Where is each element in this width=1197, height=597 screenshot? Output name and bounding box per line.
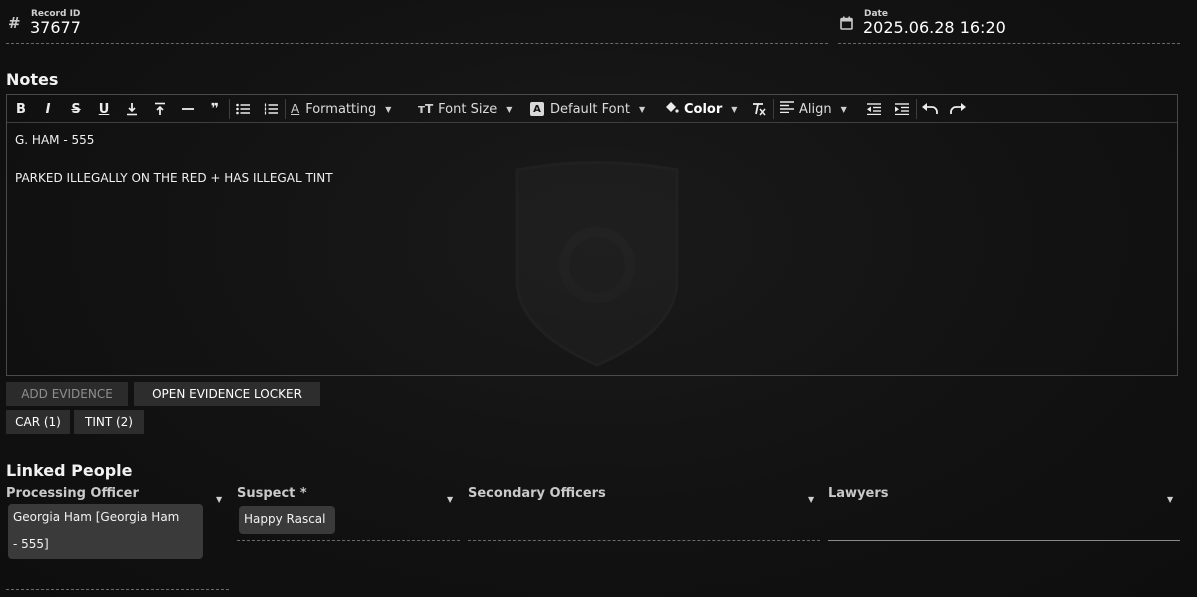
indent-button[interactable] (894, 100, 910, 118)
chip-line: Georgia Ham [Georgia Ham (13, 510, 180, 524)
outdent-button[interactable] (866, 100, 882, 118)
lawyers-underline[interactable] (828, 540, 1180, 541)
italic-button[interactable]: I (40, 100, 56, 118)
date-field[interactable]: Date 2025.06.28 16:20 (838, 6, 1180, 44)
horizontal-rule-button[interactable] (180, 100, 196, 118)
secondary-officers-underline[interactable] (468, 540, 820, 541)
linked-people-title: Linked People (6, 461, 133, 480)
suspect-underline (237, 540, 460, 541)
notes-title: Notes (6, 70, 59, 89)
police-badge-watermark (515, 161, 679, 367)
strikethrough-button[interactable]: S (68, 100, 84, 118)
align-dropdown[interactable]: Align ▼ (780, 100, 847, 118)
note-line: PARKED ILLEGALLY ON THE RED + HAS ILLEGA… (15, 171, 333, 185)
toolbar-divider (773, 99, 774, 119)
chevron-down-icon: ▼ (638, 104, 646, 114)
chevron-down-icon[interactable]: ▼ (216, 495, 222, 504)
font-size-icon: тT (418, 102, 434, 116)
quote-button[interactable]: ❞ (207, 100, 223, 118)
toolbar-divider (285, 99, 286, 119)
record-id-field: # Record ID 37677 (6, 6, 828, 44)
notes-editor[interactable]: B I S U ❞ A Formatting ▼ тT Font Size ▼ … (6, 94, 1178, 376)
open-evidence-locker-button[interactable]: OPEN EVIDENCE LOCKER (134, 382, 320, 406)
evidence-tag-tint[interactable]: TINT (2) (74, 410, 144, 434)
align-label: Align (799, 101, 832, 117)
chip-line: - 555] (13, 537, 49, 551)
paint-bucket-icon (664, 100, 679, 118)
chevron-down-icon[interactable]: ▼ (1167, 495, 1173, 504)
text-format-icon: A (291, 102, 300, 116)
editor-toolbar: B I S U ❞ A Formatting ▼ тT Font Size ▼ … (7, 95, 1177, 123)
numbered-list-button[interactable] (263, 100, 279, 118)
toolbar-divider (916, 99, 917, 119)
color-dropdown[interactable]: Color ▼ (664, 100, 737, 118)
subscript-button[interactable] (124, 100, 140, 118)
calendar-icon (840, 16, 853, 34)
note-line: G. HAM - 555 (15, 133, 95, 147)
suspect-chip[interactable]: Happy Rascal (239, 506, 335, 534)
undo-button[interactable] (921, 100, 939, 118)
secondary-officers-label: Secondary Officers (468, 486, 606, 501)
record-id-value: 37677 (30, 18, 81, 37)
processing-officer-label: Processing Officer (6, 486, 139, 501)
chevron-down-icon[interactable]: ▼ (447, 495, 453, 504)
redo-button[interactable] (949, 100, 967, 118)
chevron-down-icon: ▼ (385, 104, 392, 114)
font-family-label: Default Font (550, 101, 630, 117)
formatting-label: Formatting (305, 101, 377, 117)
superscript-button[interactable] (152, 100, 168, 118)
font-size-dropdown[interactable]: тT Font Size ▼ (418, 100, 512, 118)
hash-icon: # (8, 14, 21, 32)
underline-button[interactable]: U (96, 100, 112, 118)
chevron-down-icon[interactable]: ▼ (808, 495, 814, 504)
chevron-down-icon: ▼ (506, 104, 513, 114)
clear-format-button[interactable] (751, 100, 767, 118)
bullet-list-button[interactable] (235, 100, 251, 118)
align-left-icon (780, 101, 794, 117)
font-family-dropdown[interactable]: A Default Font ▼ (530, 100, 645, 118)
color-label: Color (684, 101, 723, 117)
evidence-tag-car[interactable]: CAR (1) (6, 410, 70, 434)
processing-officer-underline (6, 589, 229, 590)
processing-officer-chip[interactable]: Georgia Ham [Georgia Ham - 555] (8, 504, 203, 559)
formatting-dropdown[interactable]: A Formatting ▼ (291, 100, 391, 118)
bold-button[interactable]: B (13, 100, 29, 118)
lawyers-label: Lawyers (828, 486, 889, 501)
date-value: 2025.06.28 16:20 (863, 18, 1006, 37)
font-size-label: Font Size (438, 101, 498, 117)
toolbar-divider (229, 99, 230, 119)
chevron-down-icon: ▼ (840, 104, 847, 114)
suspect-label: Suspect * (237, 486, 307, 501)
chevron-down-icon: ▼ (731, 104, 738, 114)
add-evidence-button[interactable]: ADD EVIDENCE (6, 382, 128, 406)
font-family-icon: A (530, 102, 544, 116)
